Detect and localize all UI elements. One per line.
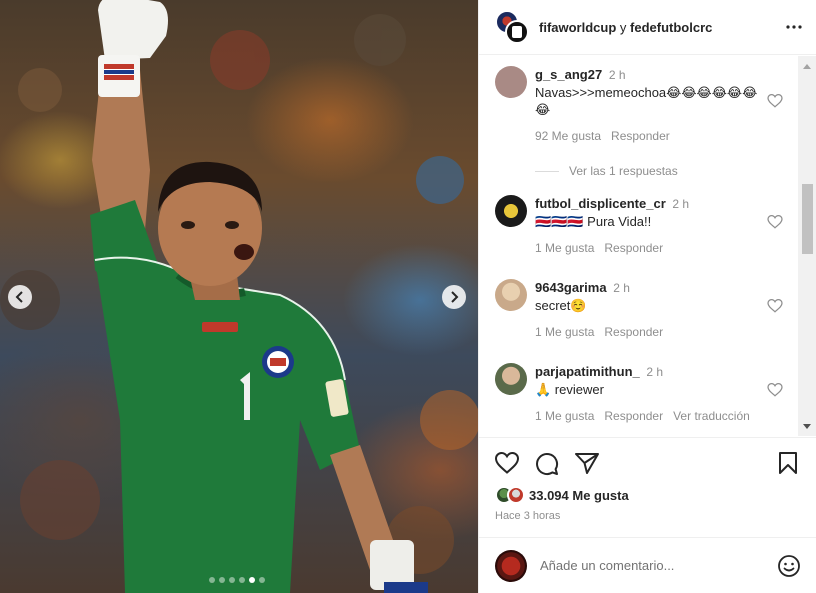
avatar xyxy=(507,486,525,504)
carousel-next-button[interactable] xyxy=(442,285,466,309)
comment-button[interactable] xyxy=(535,452,559,481)
comment-username[interactable]: parjapatimithun_ xyxy=(535,364,640,379)
translate-button[interactable]: Ver traducción xyxy=(673,408,750,425)
carousel-dot xyxy=(249,577,255,583)
comment-item: futbol_displicente_cr 2 h 🇨🇷🇨🇷🇨🇷 Pura Vi… xyxy=(495,195,791,257)
heart-icon xyxy=(767,214,783,229)
send-icon xyxy=(575,453,599,474)
collab-avatars[interactable] xyxy=(495,10,529,44)
carousel-dot xyxy=(219,577,225,583)
carousel-prev-button[interactable] xyxy=(8,285,32,309)
comment-text: Navas>>>memeochoa😂😂😂😂😂😂😂 xyxy=(535,85,758,117)
chevron-right-icon xyxy=(451,291,459,303)
comment-text: 🙏 reviewer xyxy=(535,382,604,397)
likes-summary[interactable]: 33.094 Me gusta xyxy=(495,486,629,504)
heart-icon xyxy=(767,298,783,313)
like-comment-button[interactable] xyxy=(767,298,783,318)
reply-button[interactable]: Responder xyxy=(604,408,663,425)
author-link-primary[interactable]: fifaworldcup xyxy=(539,20,616,35)
comment-item: g_s_ang27 2 h Navas>>>memeochoa😂😂😂😂😂😂😂 9… xyxy=(495,66,791,145)
divider xyxy=(535,170,559,172)
heart-icon xyxy=(494,451,520,474)
like-comment-button[interactable] xyxy=(767,93,783,113)
comment-username[interactable]: 9643garima xyxy=(535,280,607,295)
post-timestamp: Hace 3 horas xyxy=(495,510,561,522)
goalkeeper-photo xyxy=(0,0,478,593)
carousel-dot xyxy=(229,577,235,583)
view-replies-button[interactable]: Ver las 1 respuestas xyxy=(535,164,678,178)
comment-bubble-icon xyxy=(536,453,559,475)
comment-likes[interactable]: 1 Me gusta xyxy=(535,324,594,341)
view-replies-label: Ver las 1 respuestas xyxy=(569,164,678,178)
add-comment-bar xyxy=(479,537,816,593)
bookmark-icon xyxy=(779,452,797,474)
comment-input[interactable] xyxy=(540,558,760,573)
reply-button[interactable]: Responder xyxy=(611,128,670,145)
scroll-thumb[interactable] xyxy=(802,184,813,254)
heart-icon xyxy=(767,93,783,108)
like-count[interactable]: 33.094 Me gusta xyxy=(529,488,629,503)
comment-time: 2 h xyxy=(613,281,630,295)
like-button[interactable] xyxy=(494,451,520,481)
reply-button[interactable]: Responder xyxy=(604,324,663,341)
more-options-button[interactable] xyxy=(786,25,802,29)
avatar xyxy=(505,20,529,44)
reply-button[interactable]: Responder xyxy=(604,240,663,257)
carousel-indicator xyxy=(209,577,265,583)
comments-list[interactable]: g_s_ang27 2 h Navas>>>memeochoa😂😂😂😂😂😂😂 9… xyxy=(479,56,799,436)
scroll-up-arrow-icon[interactable] xyxy=(803,64,811,69)
share-button[interactable] xyxy=(575,452,599,481)
comment-text: 🇨🇷🇨🇷🇨🇷 Pura Vida!! xyxy=(535,214,652,229)
comment-username[interactable]: g_s_ang27 xyxy=(535,67,602,82)
comment-likes[interactable]: 1 Me gusta xyxy=(535,408,594,425)
comment-text: secret☺️ xyxy=(535,298,587,313)
post-authors: fifaworldcup y fedefutbolcrc xyxy=(539,20,712,35)
comment-likes[interactable]: 1 Me gusta xyxy=(535,240,594,257)
like-comment-button[interactable] xyxy=(767,382,783,402)
carousel-dot xyxy=(239,577,245,583)
carousel-dot xyxy=(209,577,215,583)
comment-time: 2 h xyxy=(672,197,690,211)
like-comment-button[interactable] xyxy=(767,214,783,234)
author-link-secondary[interactable]: fedefutbolcrc xyxy=(630,20,712,35)
comment-time: 2 h xyxy=(646,365,664,379)
post-photo xyxy=(0,0,478,593)
heart-icon xyxy=(767,382,783,397)
comment-likes[interactable]: 92 Me gusta xyxy=(535,128,601,145)
carousel-dot xyxy=(259,577,265,583)
scroll-down-arrow-icon[interactable] xyxy=(803,424,811,429)
post-actions: 33.094 Me gusta Hace 3 horas xyxy=(479,437,816,537)
post-header: fifaworldcup y fedefutbolcrc xyxy=(479,0,816,55)
avatar[interactable] xyxy=(495,363,527,395)
more-horizontal-icon xyxy=(786,25,802,29)
save-button[interactable] xyxy=(779,452,797,479)
author-connector: y xyxy=(619,19,627,35)
chevron-left-icon xyxy=(15,291,23,303)
avatar xyxy=(495,549,527,582)
avatar[interactable] xyxy=(495,279,527,311)
comment-item: parjapatimithun_ 2 h 🙏 reviewer 1 Me gus… xyxy=(495,363,791,425)
emoji-button[interactable] xyxy=(777,554,801,578)
avatar[interactable] xyxy=(495,195,527,227)
comment-item: 9643garima 2 h secret☺️ 1 Me gusta Respo… xyxy=(495,279,791,341)
avatar[interactable] xyxy=(495,66,527,98)
emoji-smiley-icon xyxy=(778,554,800,577)
comment-username[interactable]: futbol_displicente_cr xyxy=(535,196,666,211)
comment-time: 2 h xyxy=(608,68,626,82)
post-sidebar: fifaworldcup y fedefutbolcrc g_s_ang27 2… xyxy=(478,0,816,593)
comments-scrollbar[interactable] xyxy=(798,56,816,436)
